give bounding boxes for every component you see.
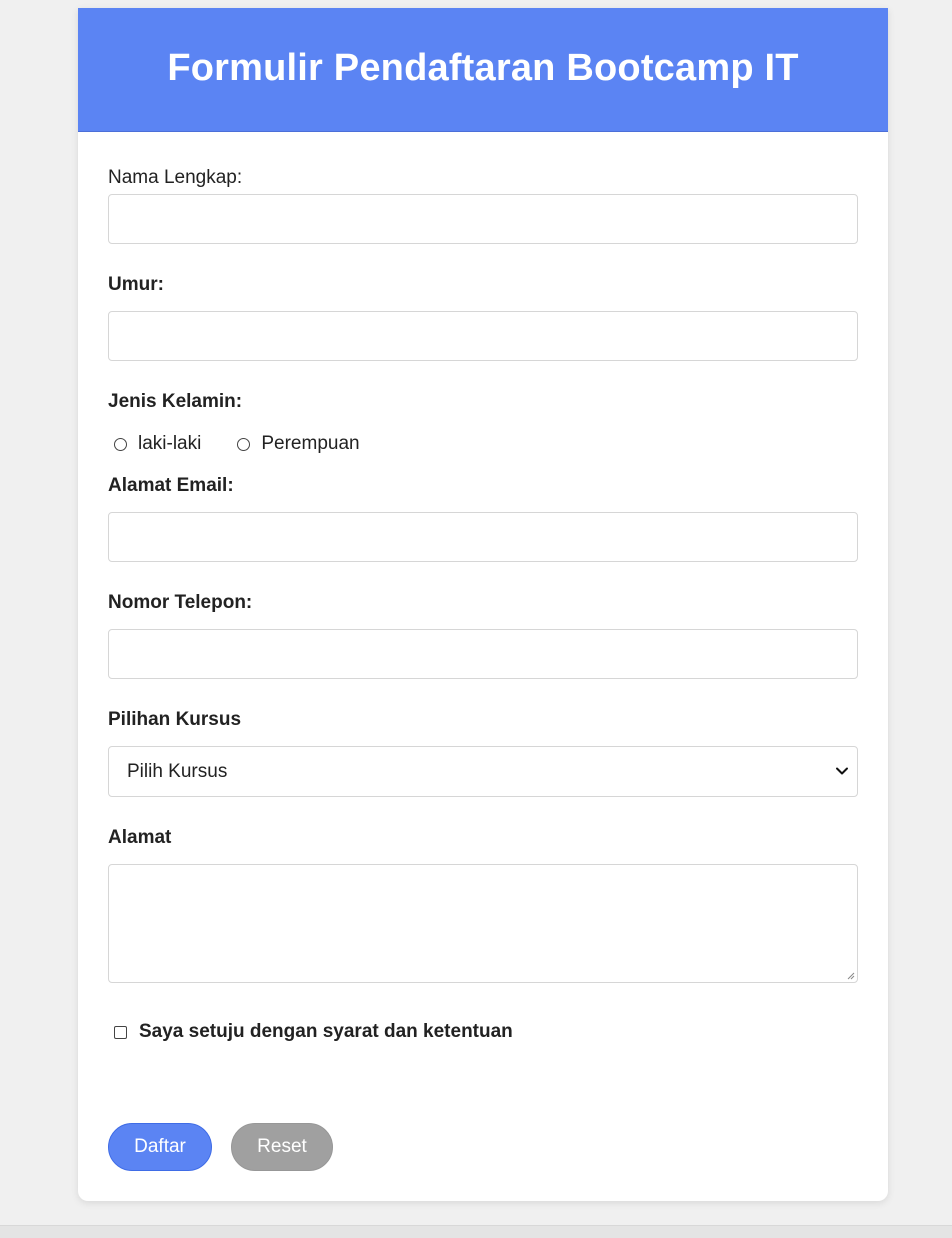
- kursus-selected-value: Pilih Kursus: [127, 760, 228, 782]
- page-bottom-edge: [0, 1225, 952, 1238]
- umur-label: Umur:: [108, 274, 164, 295]
- alamat-textarea[interactable]: [108, 864, 858, 983]
- kursus-label: Pilihan Kursus: [108, 709, 242, 730]
- umur-input[interactable]: [108, 311, 858, 361]
- chevron-down-icon: [836, 767, 848, 775]
- radio-laki-laki[interactable]: [114, 437, 127, 451]
- nama-input[interactable]: [108, 194, 858, 244]
- registration-card: Formulir Pendaftaran Bootcamp IT Nama Le…: [78, 8, 888, 1201]
- radio-perempuan[interactable]: [237, 437, 251, 451]
- email-label: Alamat Email:: [108, 475, 234, 496]
- gender-radio-group: laki-laki Perempuan: [114, 433, 396, 455]
- agree-checkbox[interactable]: [114, 1025, 127, 1039]
- nama-label: Nama Lengkap:: [108, 167, 243, 188]
- radio-perempuan-label: Perempuan: [261, 433, 360, 454]
- kursus-select[interactable]: Pilih Kursus: [108, 746, 858, 797]
- alamat-label: Alamat: [108, 827, 172, 848]
- agree-label: Saya setuju dengan syarat dan ketentuan: [139, 1021, 513, 1042]
- form-header: Formulir Pendaftaran Bootcamp IT: [78, 8, 888, 132]
- radio-laki-laki-label: laki-laki: [138, 433, 202, 454]
- daftar-button[interactable]: Daftar: [108, 1123, 212, 1171]
- agree-row: Saya setuju dengan syarat dan ketentuan: [114, 1021, 513, 1043]
- email-input[interactable]: [108, 512, 858, 562]
- reset-button[interactable]: Reset: [231, 1123, 333, 1171]
- telepon-input[interactable]: [108, 629, 858, 679]
- telepon-label: Nomor Telepon:: [108, 592, 253, 613]
- resize-handle-icon[interactable]: [845, 970, 855, 980]
- page-title: Formulir Pendaftaran Bootcamp IT: [167, 47, 799, 89]
- jenis-kelamin-label: Jenis Kelamin:: [108, 391, 243, 412]
